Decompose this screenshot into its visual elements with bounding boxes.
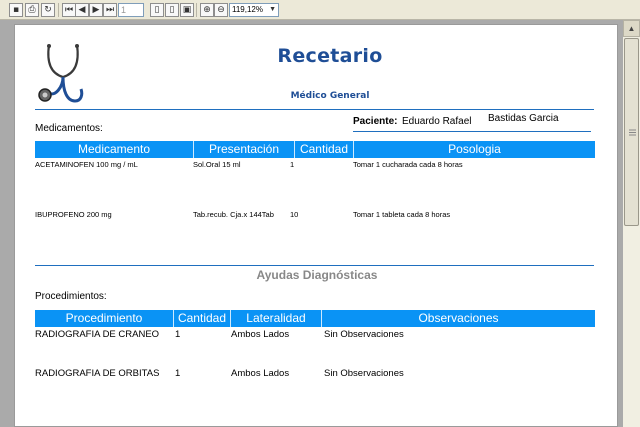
report-page: Recetario Médico General Paciente: Eduar… [14, 24, 618, 427]
patient-underline [353, 131, 591, 132]
patient-last-name: Bastidas Garcia [488, 113, 559, 124]
row-presentacion: Sol.Oral 15 ml [193, 160, 241, 169]
header-divider [35, 109, 594, 110]
zoom-value: 119,12% [232, 5, 263, 14]
last-page-icon[interactable]: ⏭ [103, 3, 117, 17]
row-procedimiento: RADIOGRAFIA DE CRANEO [35, 329, 160, 340]
col-procedimiento: Procedimiento [65, 311, 143, 325]
save-icon[interactable]: ▪ [9, 3, 23, 17]
zoom-out-icon[interactable]: ⊖ [214, 3, 228, 17]
vertical-scrollbar[interactable]: ▲ [623, 20, 640, 427]
row-posologia: Tomar 1 cucharada cada 8 horas [353, 160, 463, 169]
report-title: Recetario [277, 45, 383, 67]
row-presentacion: Tab.recub. Cja.x 144Tab [193, 210, 274, 219]
stethoscope-icon [38, 44, 84, 103]
page-number-input[interactable]: 1 [118, 3, 144, 17]
report-subtitle: Médico General [290, 91, 370, 101]
toolbar-separator [58, 3, 59, 17]
col-lateralidad: Lateralidad [246, 311, 306, 325]
row-lateralidad: Ambos Lados [231, 329, 290, 340]
row-medicamento: IBUPROFENO 200 mg [35, 210, 112, 219]
col-medicamento: Medicamento [77, 142, 151, 156]
procedures-table-header: Procedimiento Cantidad Lateralidad Obser… [35, 310, 595, 327]
row-observaciones: Sin Observaciones [324, 329, 404, 340]
row-medicamento: ACETAMINOFEN 100 mg / mL [35, 160, 138, 169]
row-observaciones: Sin Observaciones [324, 368, 404, 379]
col-presentacion: Presentación [208, 142, 280, 156]
single-page-icon[interactable]: ▯ [150, 3, 164, 17]
fit-page-icon[interactable]: ▣ [180, 3, 194, 17]
col-posologia: Posologia [448, 142, 501, 156]
col-cantidad: Cantidad [177, 311, 227, 325]
grip-icon [629, 129, 636, 136]
row-cantidad: 1 [175, 368, 181, 379]
chevron-down-icon: ▼ [269, 6, 276, 13]
row-posologia: Tomar 1 tableta cada 8 horas [353, 210, 451, 219]
toolbar-separator [196, 3, 197, 17]
row-cantidad: 1 [290, 160, 295, 169]
row-lateralidad: Ambos Lados [231, 368, 290, 379]
diagnostics-title: Ayudas Diagnósticas [256, 268, 378, 282]
procedures-label: Procedimientos: [35, 291, 107, 302]
report-viewer-toolbar: ▪ ⎙ ↻ ⏮ ◀ ▶ ⏭ 1 ▯ ▯ ▣ ⊕ ⊖ 119,12% ▼ [0, 0, 640, 20]
medications-table-header: Medicamento Presentación Cantidad Posolo… [35, 141, 595, 158]
col-cantidad: Cantidad [299, 142, 349, 156]
row-cantidad: 10 [290, 210, 299, 219]
col-observaciones: Observaciones [418, 311, 499, 325]
scrollbar-thumb[interactable] [624, 38, 639, 226]
first-page-icon[interactable]: ⏮ [62, 3, 76, 17]
zoom-select[interactable]: 119,12% ▼ [229, 3, 279, 17]
next-page-icon[interactable]: ▶ [89, 3, 103, 17]
scroll-up-button[interactable]: ▲ [623, 20, 640, 37]
double-page-icon[interactable]: ▯ [165, 3, 179, 17]
patient-first-name: Eduardo Rafael [402, 116, 472, 127]
section-divider [35, 265, 594, 266]
print-icon[interactable]: ⎙ [25, 3, 39, 17]
zoom-in-icon[interactable]: ⊕ [200, 3, 214, 17]
medications-label: Medicamentos: [35, 123, 103, 134]
row-cantidad: 1 [175, 329, 181, 340]
row-procedimiento: RADIOGRAFIA DE ORBITAS [35, 368, 160, 379]
patient-label: Paciente: [353, 116, 398, 127]
prev-page-icon[interactable]: ◀ [75, 3, 89, 17]
refresh-icon[interactable]: ↻ [41, 3, 55, 17]
